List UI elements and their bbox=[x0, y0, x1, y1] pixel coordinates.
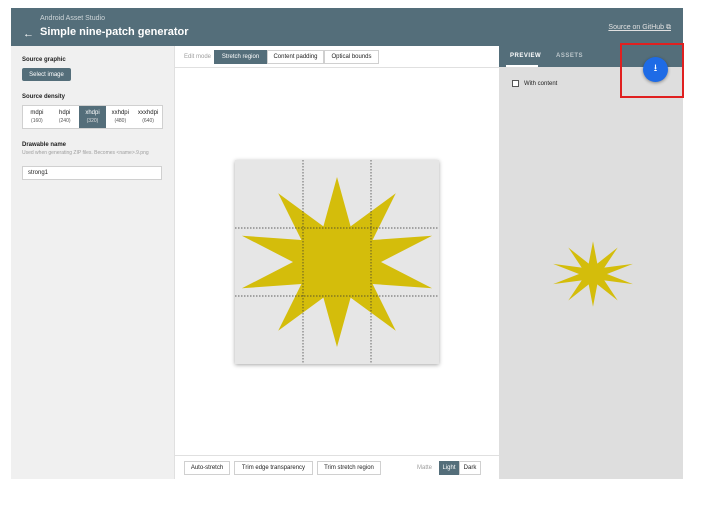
mode-optical-bounds-button[interactable]: Optical bounds bbox=[324, 50, 379, 64]
tab-assets[interactable]: ASSETS bbox=[556, 53, 583, 59]
source-on-github-link[interactable]: Source on GitHub ⧉ bbox=[608, 24, 671, 32]
star-graphic bbox=[235, 160, 439, 364]
mode-content-padding-button[interactable]: Content padding bbox=[267, 50, 324, 64]
preview-star-shape bbox=[553, 241, 633, 307]
density-selector: mdpi (160) hdpi (240) xhdpi (320) xxhdpi… bbox=[22, 105, 163, 129]
density-dpi: (320) bbox=[86, 118, 99, 124]
editor-bottom-toolbar: Auto-stretch Trim edge transparency Trim… bbox=[175, 455, 500, 479]
mode-stretch-region-button[interactable]: Stretch region bbox=[214, 50, 267, 64]
density-name: hdpi bbox=[59, 110, 71, 116]
matte-light-button[interactable]: Light bbox=[439, 461, 459, 475]
density-option-xxhdpi[interactable]: xxhdpi (480) bbox=[106, 106, 134, 128]
app-header: Android Asset Studio ← Simple nine-patch… bbox=[11, 8, 683, 46]
trim-edge-transparency-button[interactable]: Trim edge transparency bbox=[234, 461, 313, 475]
settings-panel: Source graphic Select image Source densi… bbox=[11, 46, 174, 479]
drawable-name-help: Used when generating ZIP files. Becomes … bbox=[22, 150, 149, 156]
auto-stretch-button[interactable]: Auto-stretch bbox=[184, 461, 230, 475]
source-density-label: Source density bbox=[22, 94, 66, 100]
density-name: xhdpi bbox=[85, 110, 100, 116]
drawable-name-label: Drawable name bbox=[22, 142, 67, 148]
with-content-checkbox[interactable] bbox=[512, 80, 519, 87]
density-option-mdpi[interactable]: mdpi (160) bbox=[23, 106, 51, 128]
drawable-name-input[interactable]: strong1 bbox=[22, 166, 162, 180]
preview-panel: PREVIEW ASSETS With content bbox=[499, 46, 683, 479]
density-name: xxxhdpi bbox=[137, 110, 159, 116]
editor-area: Edit mode Stretch region Content padding… bbox=[174, 46, 500, 479]
density-option-hdpi[interactable]: hdpi (240) bbox=[51, 106, 79, 128]
page-title: Simple nine-patch generator bbox=[40, 26, 189, 38]
matte-label: Matte bbox=[417, 465, 433, 471]
density-dpi: (240) bbox=[58, 118, 71, 124]
edit-mode-toolbar: Edit mode Stretch region Content padding… bbox=[175, 46, 500, 68]
preview-star-graphic bbox=[553, 241, 633, 307]
with-content-label: With content bbox=[524, 80, 558, 87]
active-tab-indicator bbox=[506, 65, 538, 67]
select-image-button[interactable]: Select image bbox=[22, 68, 71, 81]
density-name: xxhdpi bbox=[111, 110, 129, 116]
star-shape bbox=[241, 177, 433, 347]
highlight-box bbox=[620, 43, 684, 98]
source-graphic-label: Source graphic bbox=[22, 57, 66, 63]
back-arrow-icon[interactable]: ← bbox=[23, 28, 34, 40]
tab-preview[interactable]: PREVIEW bbox=[510, 53, 541, 59]
edit-mode-label: Edit mode bbox=[184, 54, 212, 60]
nine-patch-canvas[interactable] bbox=[235, 160, 439, 364]
app-root: Android Asset Studio ← Simple nine-patch… bbox=[0, 0, 712, 505]
trim-stretch-region-button[interactable]: Trim stretch region bbox=[317, 461, 381, 475]
density-option-xxxhdpi[interactable]: xxxhdpi (640) bbox=[134, 106, 162, 128]
density-dpi: (480) bbox=[114, 118, 127, 124]
with-content-checkbox-row[interactable]: With content bbox=[512, 80, 557, 87]
matte-dark-button[interactable]: Dark bbox=[459, 461, 481, 475]
density-dpi: (160) bbox=[31, 118, 43, 124]
suite-title: Android Asset Studio bbox=[40, 15, 105, 22]
density-dpi: (640) bbox=[142, 118, 154, 124]
density-name: mdpi bbox=[30, 110, 44, 116]
density-option-xhdpi[interactable]: xhdpi (320) bbox=[78, 106, 107, 128]
